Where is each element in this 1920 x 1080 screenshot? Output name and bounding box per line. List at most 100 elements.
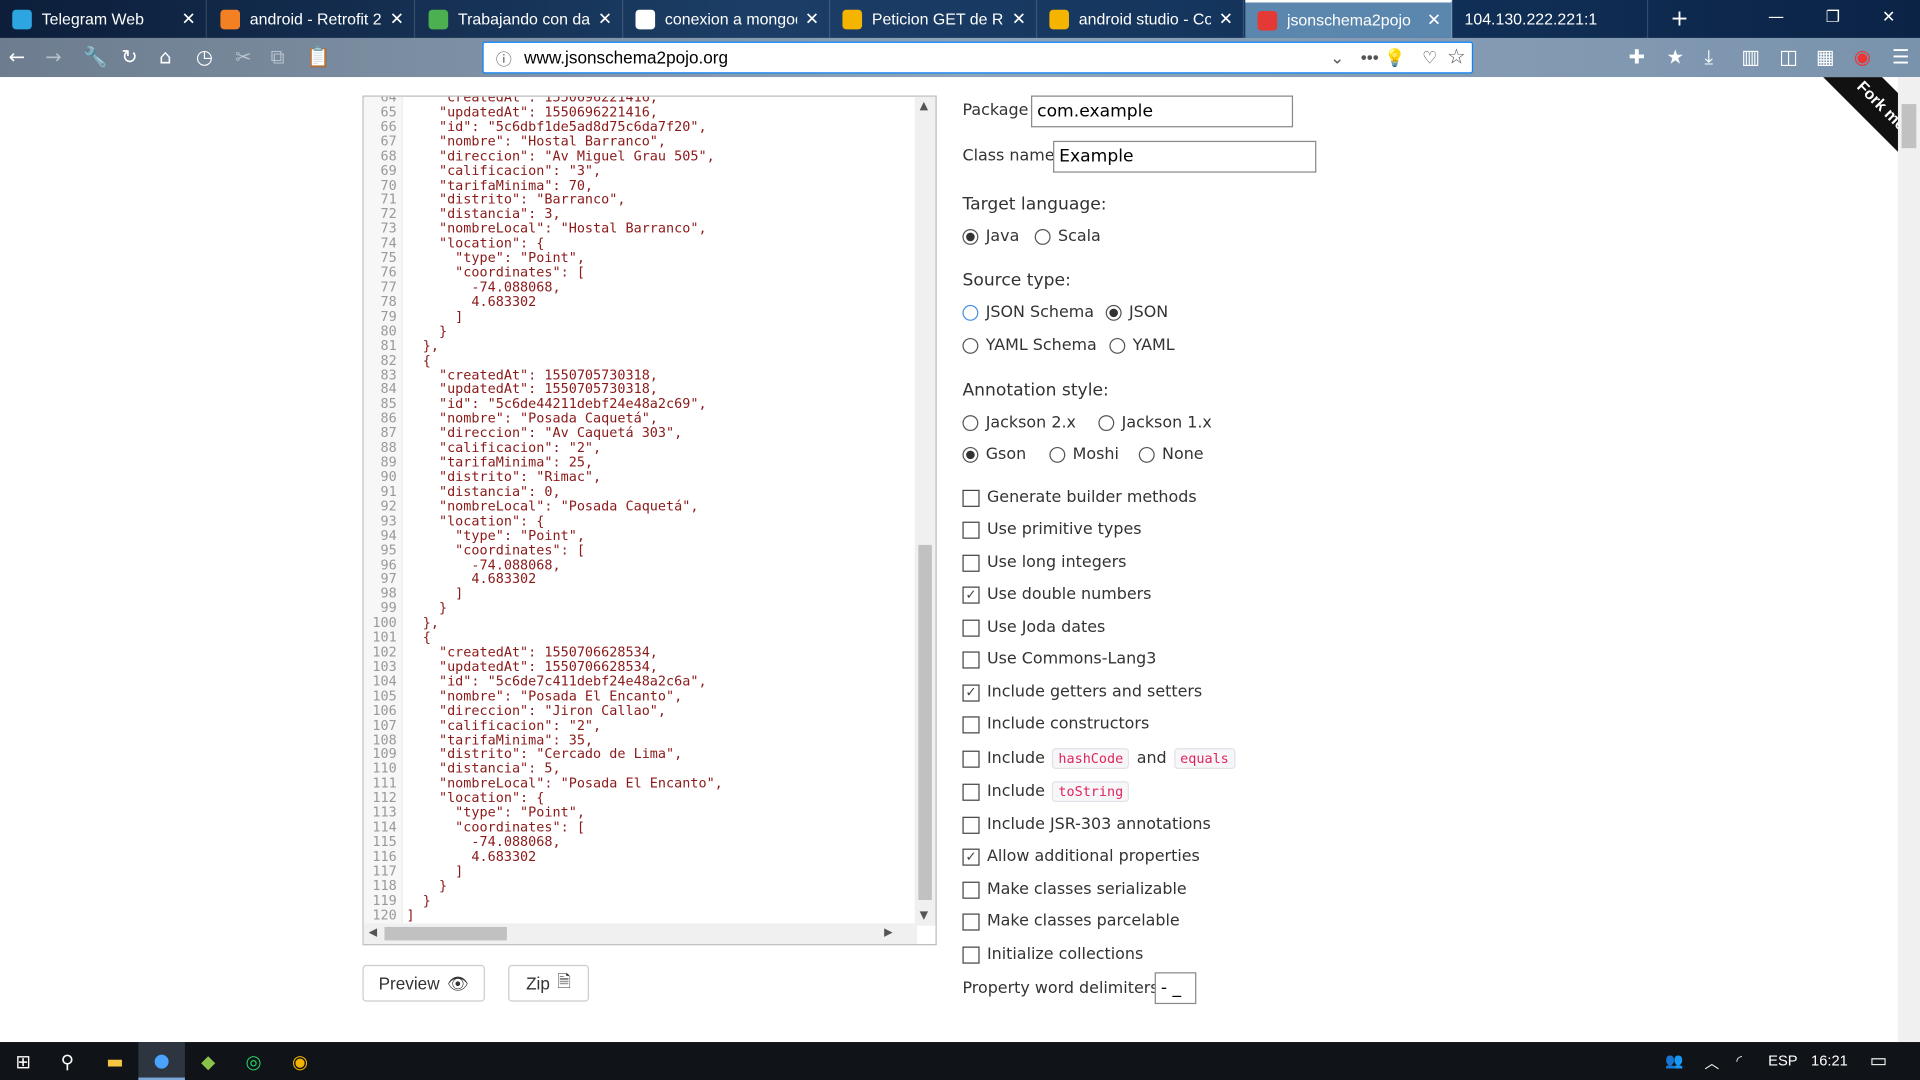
library-icon[interactable]: ▥: [1741, 45, 1760, 69]
wifi-icon[interactable]: ◜: [1736, 1052, 1742, 1069]
checkbox-option[interactable]: Generate builder methods: [962, 489, 1197, 507]
radio-gson[interactable]: Gson: [962, 446, 1026, 464]
chevron-down-icon[interactable]: ⌄: [1330, 47, 1344, 68]
checkbox-checked[interactable]: ✓: [962, 585, 980, 604]
checkbox[interactable]: [962, 521, 980, 539]
checkbox-option[interactable]: Use Joda dates: [962, 618, 1105, 637]
close-tab-icon[interactable]: ✕: [390, 9, 404, 30]
checkbox[interactable]: [962, 489, 980, 507]
tab[interactable]: android studio - Co ✕: [1037, 0, 1245, 38]
classname-input[interactable]: [1053, 140, 1317, 173]
radio-button[interactable]: [1138, 446, 1155, 463]
scroll-thumb[interactable]: [1901, 104, 1917, 149]
copy-icon[interactable]: ⧉: [271, 45, 285, 69]
scroll-thumb[interactable]: [384, 926, 507, 941]
new-tab-icon[interactable]: +: [1670, 6, 1688, 32]
checkbox-option[interactable]: Include toString: [962, 781, 1130, 803]
close-tab-icon[interactable]: ✕: [805, 9, 819, 30]
download-icon[interactable]: ⤓: [1704, 45, 1713, 69]
sidebar-icon[interactable]: ◫: [1779, 45, 1798, 69]
tab[interactable]: Peticion GET de Ret ✕: [830, 0, 1038, 38]
vertical-scrollbar[interactable]: ▲ ▼: [914, 96, 936, 926]
more-icon[interactable]: •••: [1361, 48, 1379, 68]
delimiters-input[interactable]: [1154, 972, 1197, 1005]
radio-moshi[interactable]: Moshi: [1049, 446, 1119, 464]
radio-button[interactable]: [962, 228, 979, 245]
close-window-icon[interactable]: ✕: [1882, 9, 1895, 27]
wrench-icon[interactable]: 🔧: [83, 45, 107, 69]
clock[interactable]: 16:21: [1811, 1052, 1848, 1069]
windows-start-icon[interactable]: ⊞: [0, 1042, 47, 1080]
radio-button[interactable]: [962, 446, 979, 463]
tab[interactable]: Telegram Web ✕: [0, 0, 207, 38]
checkbox[interactable]: [962, 945, 980, 964]
close-tab-icon[interactable]: ✕: [182, 9, 196, 30]
pocket-icon[interactable]: ♡: [1422, 47, 1437, 68]
url-text[interactable]: www.jsonschema2pojo.org: [524, 48, 728, 68]
checkbox-checked[interactable]: ✓: [962, 683, 980, 702]
lightbulb-icon[interactable]: 💡: [1384, 47, 1405, 68]
file-explorer-icon[interactable]: ▬: [92, 1042, 139, 1080]
close-tab-icon[interactable]: ✕: [1012, 9, 1026, 30]
whatsapp-icon[interactable]: ◎: [230, 1042, 277, 1080]
language-indicator[interactable]: ESP: [1768, 1052, 1797, 1069]
back-icon[interactable]: ←: [9, 45, 25, 69]
radio-json[interactable]: JSON: [1105, 304, 1168, 322]
checkbox[interactable]: [962, 618, 980, 637]
extensions-icon[interactable]: ✚: [1629, 45, 1645, 69]
checkbox-option[interactable]: ✓ Include getters and setters: [962, 683, 1202, 702]
radio-none[interactable]: None: [1138, 446, 1204, 464]
radio-json-schema[interactable]: JSON Schema: [962, 304, 1094, 322]
checkbox-option[interactable]: ✓ Allow additional properties: [962, 847, 1200, 866]
addon-icon[interactable]: ▦: [1816, 45, 1835, 69]
scroll-thumb[interactable]: [918, 544, 932, 901]
info-icon[interactable]: ⓘ: [496, 46, 512, 69]
checkbox-option[interactable]: Include JSR-303 annotations: [962, 816, 1211, 834]
radio-button[interactable]: [1034, 228, 1051, 245]
checkbox[interactable]: [962, 750, 980, 768]
checkbox-option[interactable]: Make classes serializable: [962, 880, 1187, 899]
checkbox[interactable]: [962, 783, 980, 801]
android-studio-icon[interactable]: ◆: [185, 1042, 232, 1080]
home-icon[interactable]: ⌂: [159, 45, 171, 69]
radio-button[interactable]: [1098, 415, 1115, 432]
search-icon[interactable]: ⚲: [44, 1042, 91, 1080]
package-input[interactable]: [1031, 95, 1294, 128]
radio-button[interactable]: [962, 304, 979, 321]
checkbox[interactable]: [962, 816, 980, 834]
json-editor[interactable]: 64 "createdAt": 1550696221416, 65 "update…: [362, 95, 937, 946]
people-icon[interactable]: 👥: [1665, 1052, 1683, 1069]
url-bar[interactable]: ⓘ www.jsonschema2pojo.org ⌄ ••• 💡 ♡ ☆: [482, 41, 1474, 74]
checkbox-option[interactable]: Initialize collections: [962, 945, 1143, 964]
notifications-icon[interactable]: ▭: [1870, 1049, 1887, 1072]
close-tab-icon[interactable]: ✕: [1219, 9, 1233, 30]
scroll-right-icon[interactable]: ▶: [884, 927, 892, 939]
tab[interactable]: 104.130.222.221:1337/lis: [1452, 0, 1649, 38]
checkbox-option[interactable]: Use primitive types: [962, 520, 1142, 539]
forward-icon[interactable]: →: [45, 45, 61, 69]
radio-button[interactable]: [1109, 337, 1126, 354]
chevron-up-icon[interactable]: ︿: [1704, 1052, 1719, 1073]
checkbox-option[interactable]: Include hashCode and equals: [962, 748, 1235, 769]
radio-button[interactable]: [962, 337, 979, 354]
checkbox-option[interactable]: Use long integers: [962, 553, 1126, 572]
radio-jackson-2-x[interactable]: Jackson 2.x: [962, 414, 1076, 432]
page-scrollbar[interactable]: [1897, 77, 1920, 1043]
tab[interactable]: conexion a mongod ✕: [623, 0, 831, 38]
minimize-icon[interactable]: —: [1768, 9, 1784, 27]
github-ribbon[interactable]: Fork me on GitHub: [1763, 77, 1920, 200]
horizontal-scrollbar[interactable]: ◀ ▶: [363, 923, 918, 945]
restore-icon[interactable]: ❐: [1826, 9, 1840, 27]
checkbox-option[interactable]: Make classes parcelable: [962, 912, 1180, 931]
radio-button[interactable]: [1049, 446, 1066, 463]
cut-icon[interactable]: ✂: [235, 45, 251, 69]
close-tab-icon[interactable]: ✕: [1427, 10, 1441, 31]
checkbox-option[interactable]: Include constructors: [962, 715, 1149, 733]
checkbox[interactable]: [962, 715, 980, 733]
chrome-icon[interactable]: ◉: [277, 1042, 324, 1080]
bookmark-icon[interactable]: ★: [1667, 45, 1685, 69]
radio-java[interactable]: Java: [962, 228, 1019, 246]
checkbox-option[interactable]: ✓ Use double numbers: [962, 585, 1151, 604]
star-icon[interactable]: ☆: [1447, 45, 1466, 69]
scroll-down-icon[interactable]: ▼: [920, 910, 928, 922]
